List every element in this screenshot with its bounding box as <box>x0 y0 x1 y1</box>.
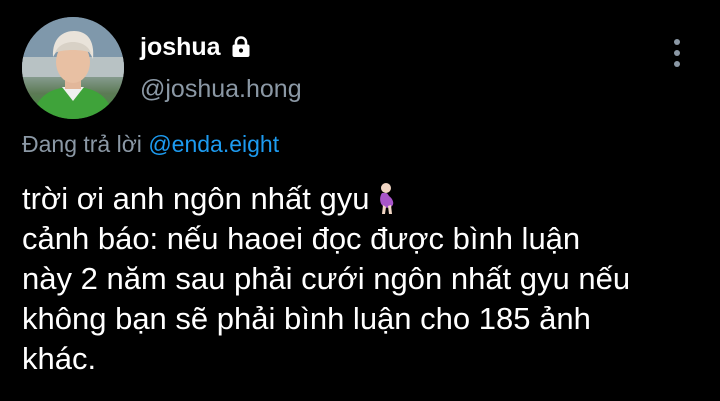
avatar-photo <box>22 17 124 119</box>
tweet-line: khác. <box>22 341 97 376</box>
username[interactable]: @joshua.hong <box>140 75 302 104</box>
tweet-line: trời ơi anh ngôn nhất gyu <box>22 179 712 219</box>
reply-prefix: Đang trả lời <box>22 131 142 157</box>
more-vertical-icon[interactable] <box>666 35 688 71</box>
tweet-line: này 2 năm sau phải cưới ngôn nhất gyu nế… <box>22 261 631 296</box>
tweet-line: không bạn sẽ phải bình luận cho 185 ảnh <box>22 301 591 336</box>
pregnant-woman-emoji-icon <box>380 183 394 214</box>
lock-icon <box>232 36 250 57</box>
avatar[interactable] <box>22 17 124 119</box>
tweet-line: cảnh báo: nếu haoei đọc được bình luận <box>22 221 581 256</box>
display-name[interactable]: joshua <box>140 33 221 62</box>
tweet-line-text: trời ơi anh ngôn nhất gyu <box>22 181 370 216</box>
author-name-row: joshua <box>140 30 253 64</box>
reply-handle-link[interactable]: @enda.eight <box>148 131 279 157</box>
tweet-text: trời ơi anh ngôn nhất gyu cảnh báo: nếu … <box>22 179 712 379</box>
reply-context: Đang trả lời @enda.eight <box>22 131 279 158</box>
